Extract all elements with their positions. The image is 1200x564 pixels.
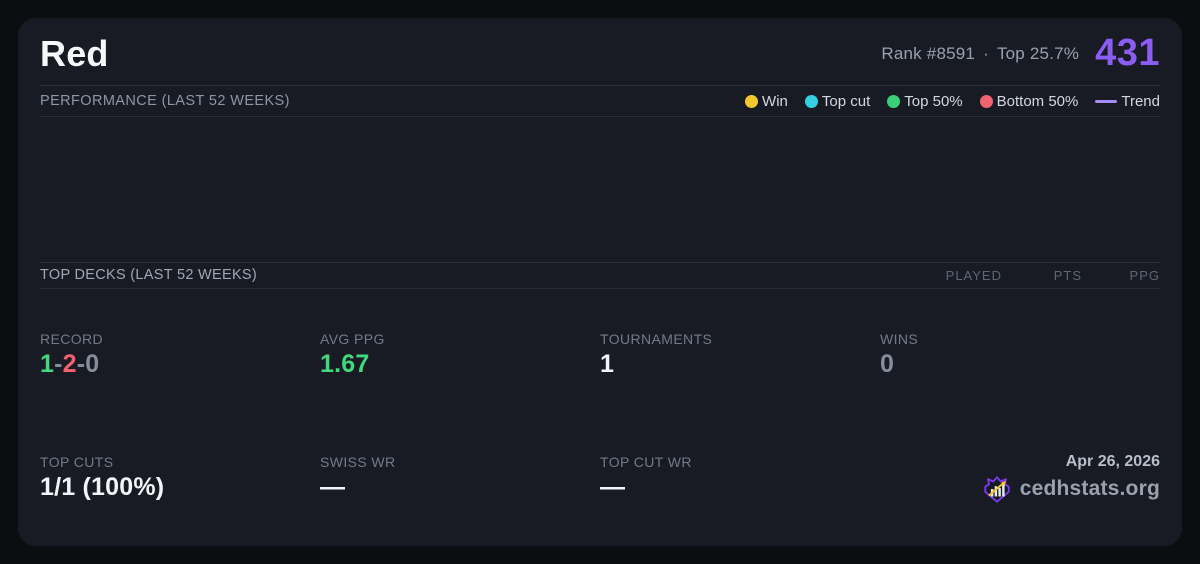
legend-item-top-cut: Top cut <box>805 93 870 110</box>
top-percent: Top 25.7% <box>997 44 1079 64</box>
stat-swiss-wr-label: SWISS WR <box>320 454 600 470</box>
dot-separator: · <box>983 44 989 64</box>
column-header-played: PLAYED <box>906 268 1002 283</box>
top-decks-section-title: TOP DECKS (LAST 52 WEEKS) <box>40 267 257 283</box>
bottom-50-dot-icon <box>980 95 993 108</box>
legend-item-win: Win <box>745 93 788 110</box>
stat-wins-label: WINS <box>880 331 1160 347</box>
stat-wins: WINS 0 <box>880 294 1160 417</box>
rank-block: Rank #8591 · Top 25.7% 431 <box>881 32 1160 75</box>
legend-label-top-cut: Top cut <box>822 93 870 110</box>
legend-item-top-50: Top 50% <box>887 93 962 110</box>
stat-tournaments: TOURNAMENTS 1 <box>600 294 880 417</box>
stat-avg-ppg-value: 1.67 <box>320 350 600 379</box>
record-separator-2: - <box>77 350 86 378</box>
win-dot-icon <box>745 95 758 108</box>
stat-record-value: 1-2-0 <box>40 350 320 379</box>
stat-top-cuts: TOP CUTS 1/1 (100%) <box>40 417 320 540</box>
performance-section-header: PERFORMANCE (LAST 52 WEEKS) Win Top cut … <box>40 86 1160 117</box>
top-50-dot-icon <box>887 95 900 108</box>
footer-branding: Apr 26, 2026 cedhstats.org <box>880 417 1160 540</box>
record-losses: 2 <box>63 350 77 378</box>
stat-top-cut-wr-label: TOP CUT WR <box>600 454 880 470</box>
performance-section-title: PERFORMANCE (LAST 52 WEEKS) <box>40 93 290 109</box>
legend-item-bottom-50: Bottom 50% <box>980 93 1079 110</box>
stat-top-cuts-value: 1/1 (100%) <box>40 473 320 502</box>
legend-label-trend: Trend <box>1121 93 1160 110</box>
elo-rating: 431 <box>1095 32 1160 75</box>
stat-record-label: RECORD <box>40 331 320 347</box>
legend-label-top-50: Top 50% <box>904 93 962 110</box>
page-title: Red <box>40 33 109 75</box>
legend-label-win: Win <box>762 93 788 110</box>
commander-stats-card: Red Rank #8591 · Top 25.7% 431 PERFORMAN… <box>18 18 1182 546</box>
stat-top-cuts-label: TOP CUTS <box>40 454 320 470</box>
column-header-ppg: PPG <box>1082 268 1160 283</box>
record-draws: 0 <box>85 350 99 378</box>
card-header: Red Rank #8591 · Top 25.7% 431 <box>40 18 1160 86</box>
top-decks-column-headers: PLAYED PTS PPG <box>906 268 1160 283</box>
page-background: Red Rank #8591 · Top 25.7% 431 PERFORMAN… <box>0 0 1200 564</box>
stat-record: RECORD 1-2-0 <box>40 294 320 417</box>
legend-label-bottom-50: Bottom 50% <box>997 93 1079 110</box>
trend-line-icon <box>1095 100 1117 103</box>
brand-name: cedhstats.org <box>1020 477 1160 501</box>
stat-tournaments-label: TOURNAMENTS <box>600 331 880 347</box>
brand-lockup: cedhstats.org <box>982 474 1160 504</box>
stat-avg-ppg: AVG PPG 1.67 <box>320 294 600 417</box>
rank-text: Rank #8591 · Top 25.7% <box>881 44 1079 64</box>
stats-grid: RECORD 1-2-0 AVG PPG 1.67 TOURNAMENTS 1 … <box>40 289 1160 547</box>
top-cut-dot-icon <box>805 95 818 108</box>
stat-tournaments-value: 1 <box>600 350 880 379</box>
column-header-pts: PTS <box>1002 268 1082 283</box>
chart-legend: Win Top cut Top 50% Bottom 50% Trend <box>745 93 1160 110</box>
cedhstats-logo-icon <box>982 474 1012 504</box>
stat-top-cut-wr: TOP CUT WR — <box>600 417 880 540</box>
generated-date: Apr 26, 2026 <box>1066 453 1160 471</box>
performance-chart-area <box>40 117 1160 262</box>
rank-number: Rank #8591 <box>881 44 975 64</box>
record-separator-1: - <box>54 350 63 378</box>
stat-avg-ppg-label: AVG PPG <box>320 331 600 347</box>
top-decks-section-header: TOP DECKS (LAST 52 WEEKS) PLAYED PTS PPG <box>40 262 1160 289</box>
stat-swiss-wr: SWISS WR — <box>320 417 600 540</box>
stat-wins-value: 0 <box>880 350 1160 379</box>
stat-swiss-wr-value: — <box>320 473 600 502</box>
legend-item-trend: Trend <box>1095 93 1160 110</box>
stat-top-cut-wr-value: — <box>600 473 880 502</box>
record-wins: 1 <box>40 350 54 378</box>
